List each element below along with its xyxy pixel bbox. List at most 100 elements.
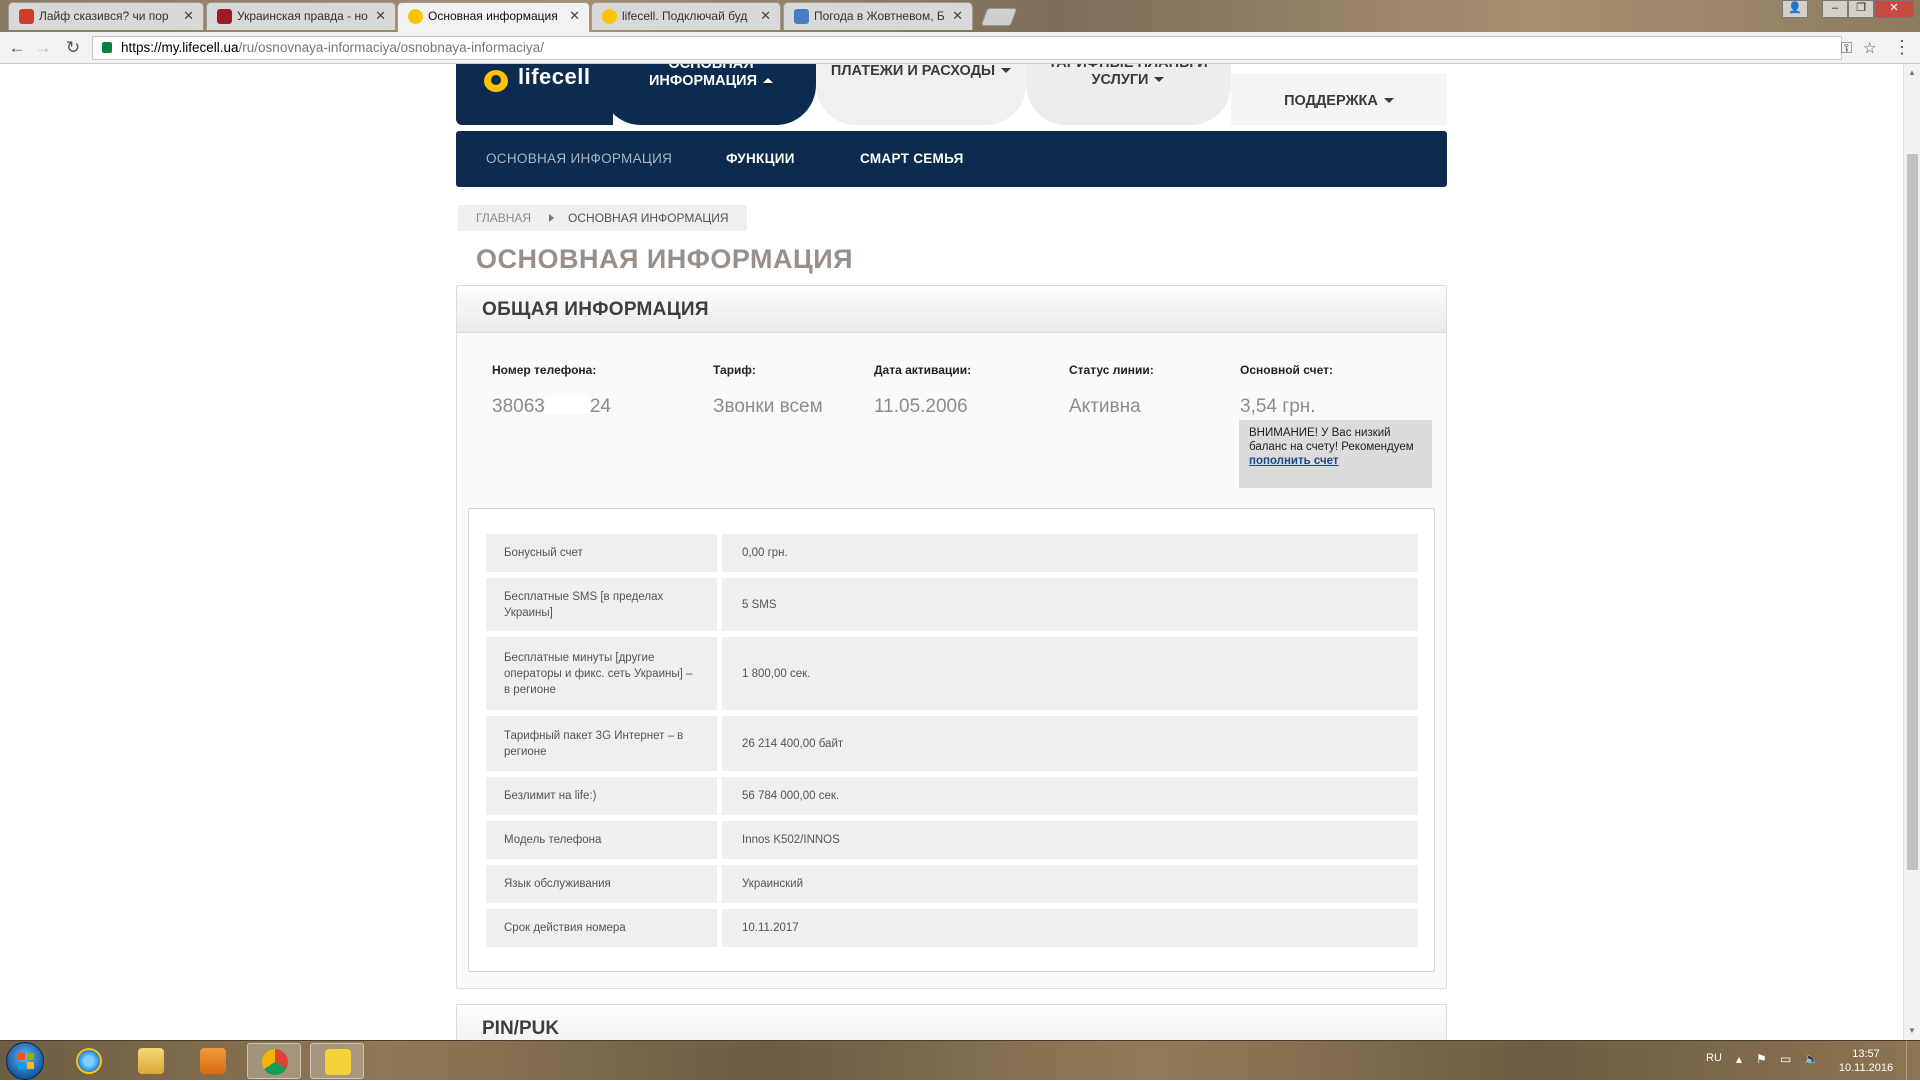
taskbar-internet-explorer[interactable]	[62, 1043, 116, 1079]
windows-taskbar: RU ▴ ⚑ ▭ 🔈 13:57 10.11.2016	[0, 1040, 1920, 1081]
tab-title: Основная информация	[428, 9, 558, 23]
browser-tab-3-active[interactable]: Основная информация ✕	[397, 2, 590, 32]
general-info-header: ОБЩАЯ ИНФОРМАЦИЯ	[457, 286, 1446, 333]
row-value: 56 784 000,00 сек.	[722, 777, 1418, 815]
page-title: ОСНОВНАЯ ИНФОРМАЦИЯ	[476, 244, 854, 274]
table-row: Тарифный пакет 3G Интернет – в регионе 2…	[486, 716, 1418, 771]
close-tab-icon[interactable]: ✕	[183, 3, 194, 29]
lifecell-logo-icon	[484, 70, 508, 92]
table-row: Бесплатные SMS [в пределах Украины] 5 SM…	[486, 578, 1418, 631]
volume-icon[interactable]: 🔈	[1804, 1052, 1819, 1066]
nav-payments-label: ПЛАТЕЖИ И РАСХОДЫ	[830, 64, 996, 79]
minimize-icon[interactable]: –	[1822, 0, 1848, 18]
clock-date: 10.11.2016	[1838, 1062, 1894, 1074]
scroll-up-icon[interactable]: ▲	[1908, 68, 1916, 77]
url-path: /ru/osnovnaya-informaciya/osnobnaya-info…	[238, 40, 544, 55]
row-value: Innos K502/INNOS	[722, 821, 1418, 859]
row-value: 10.11.2017	[722, 909, 1418, 947]
row-value: Украинский	[722, 865, 1418, 903]
breadcrumb-arrow-icon	[549, 214, 555, 222]
nav-payments[interactable]: ПЛАТЕЖИ И РАСХОДЫ	[816, 64, 1026, 125]
page-scrollbar[interactable]: ▲ ▼	[1903, 64, 1920, 1040]
taskbar-media-player[interactable]	[186, 1043, 240, 1079]
network-icon[interactable]: ▭	[1780, 1052, 1791, 1066]
nav-tariffs-label: ТАРИФНЫЕ ПЛАНЫ И УСЛУГИ	[1048, 64, 1207, 88]
main-navigation: lifecell ОСНОВНАЯ ИНФОРМАЦИЯ ПЛАТЕЖИ И Р…	[456, 64, 1447, 125]
url-input[interactable]: https://my.lifecell.ua/ru/osnovnaya-info…	[92, 36, 1876, 60]
browser-tab-2[interactable]: Украинская правда - но ✕	[206, 2, 396, 30]
new-tab-button[interactable]	[980, 8, 1018, 26]
phone-suffix: 24	[589, 396, 611, 417]
start-button[interactable]	[6, 1042, 44, 1080]
phone-value: 38063 24	[492, 396, 611, 418]
table-row: Модель телефона Innos K502/INNOS	[486, 821, 1418, 859]
close-window-icon[interactable]: ✕	[1874, 0, 1914, 18]
row-key: Тарифный пакет 3G Интернет – в регионе	[486, 716, 717, 771]
status-label: Статус линии:	[1069, 363, 1154, 377]
caret-up-icon	[763, 78, 773, 83]
scrollbar-thumb[interactable]	[1907, 154, 1918, 870]
subnav-smart-family[interactable]: СМАРТ СЕМЬЯ	[860, 151, 964, 166]
tab-favicon-icon	[794, 9, 809, 24]
chevron-down-icon	[1383, 98, 1394, 103]
address-toolbar: ← → ↻ https://my.lifecell.ua/ru/osnovnay…	[0, 32, 1920, 64]
lock-icon	[102, 42, 112, 53]
tab-title: Украинская правда - но	[237, 9, 368, 23]
close-tab-icon[interactable]: ✕	[760, 3, 771, 29]
bookmark-star-icon[interactable]: ☆	[1863, 38, 1876, 60]
nav-support[interactable]: ПОДДЕРЖКА	[1231, 64, 1447, 125]
close-tab-icon[interactable]: ✕	[375, 3, 386, 29]
restore-icon[interactable]: ❐	[1848, 0, 1874, 18]
row-key: Безлимит на life:)	[486, 777, 717, 815]
taskbar-app-bat[interactable]	[310, 1043, 364, 1079]
language-indicator[interactable]: RU	[1706, 1052, 1722, 1064]
browser-tab-1[interactable]: Лайф сказився? чи пор ✕	[8, 2, 204, 30]
close-tab-icon[interactable]: ✕	[952, 3, 963, 29]
taskbar-explorer[interactable]	[124, 1043, 178, 1079]
reload-icon[interactable]: ↻	[62, 37, 84, 59]
user-icon[interactable]: 👤	[1782, 0, 1808, 18]
nav-tariffs[interactable]: ТАРИФНЫЕ ПЛАНЫ И УСЛУГИ	[1026, 64, 1231, 125]
balance-field: Основной счет: 3,54 грн.	[1240, 363, 1333, 418]
browser-tab-strip: Лайф сказився? чи пор ✕ Украинская правд…	[0, 0, 1920, 32]
top-up-link[interactable]: пополнить счет	[1249, 455, 1339, 467]
close-tab-icon[interactable]: ✕	[569, 3, 580, 29]
tab-title: Погода в Жовтневом, Б	[814, 9, 945, 23]
tab-favicon-icon	[408, 9, 423, 24]
taskbar-chrome[interactable]	[247, 1043, 301, 1079]
nav-basic-info[interactable]: ОСНОВНАЯ ИНФОРМАЦИЯ	[601, 64, 816, 125]
browser-tab-5[interactable]: Погода в Жовтневом, Б ✕	[783, 2, 973, 30]
phone-label: Номер телефона:	[492, 363, 597, 377]
table-row: Бонусный счет 0,00 грн.	[486, 534, 1418, 572]
nav-basic-label: ОСНОВНАЯ ИНФОРМАЦИЯ	[648, 64, 757, 89]
activation-field: Дата активации: 11.05.2006	[874, 363, 971, 418]
balance-value: 3,54 грн.	[1240, 396, 1316, 417]
chrome-icon	[262, 1049, 288, 1075]
action-center-flag-icon[interactable]: ⚑	[1756, 1052, 1767, 1066]
warning-text: ВНИМАНИЕ! У Вас низкий баланс на счету! …	[1249, 427, 1414, 453]
media-player-icon	[200, 1048, 226, 1074]
tray-expand-icon[interactable]: ▴	[1736, 1052, 1742, 1066]
activation-value: 11.05.2006	[874, 396, 968, 417]
low-balance-warning: ВНИМАНИЕ! У Вас низкий баланс на счету! …	[1239, 420, 1432, 488]
subnav-functions[interactable]: ФУНКЦИИ	[726, 151, 795, 166]
browser-tab-4[interactable]: lifecell. Подключай буд ✕	[591, 2, 781, 30]
taskbar-clock[interactable]: 13:57 10.11.2016	[1836, 1047, 1896, 1075]
lifecell-logo[interactable]: lifecell	[456, 64, 613, 125]
breadcrumb-home[interactable]: ГЛАВНАЯ	[476, 211, 531, 225]
scroll-down-icon[interactable]: ▼	[1908, 1026, 1916, 1035]
show-desktop-button[interactable]	[1906, 1041, 1920, 1081]
general-info-heading: ОБЩАЯ ИНФОРМАЦИЯ	[482, 299, 709, 320]
key-icon[interactable]: ⚿	[1841, 38, 1852, 60]
subnav-basic-info[interactable]: ОСНОВНАЯ ИНФОРМАЦИЯ	[486, 151, 672, 166]
forward-arrow-icon[interactable]: →	[32, 37, 54, 59]
clock-time: 13:57	[1852, 1048, 1880, 1060]
back-arrow-icon[interactable]: ←	[6, 37, 28, 59]
table-row: Срок действия номера 10.11.2017	[486, 909, 1418, 947]
browser-menu-icon[interactable]: ⋮	[1893, 37, 1911, 58]
row-key: Бонусный счет	[486, 534, 717, 572]
nav-support-label: ПОДДЕРЖКА	[1284, 93, 1378, 109]
windows-logo-icon	[18, 1053, 34, 1069]
tab-favicon-icon	[217, 9, 232, 24]
details-table: Бонусный счет 0,00 грн. Бесплатные SMS […	[468, 508, 1435, 972]
